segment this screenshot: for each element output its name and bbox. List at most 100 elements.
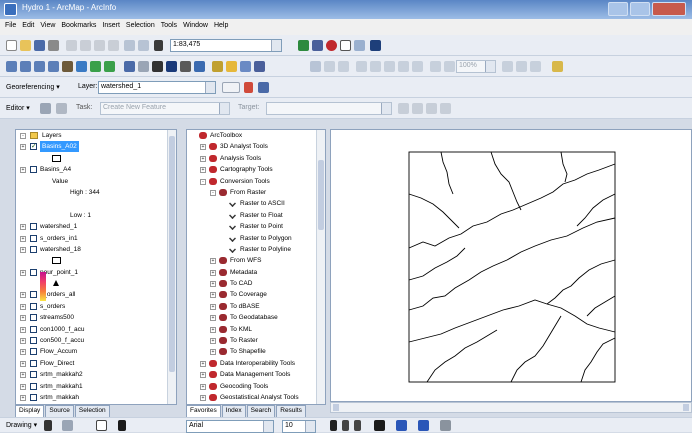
expand-toggle-icon[interactable]: -	[210, 189, 216, 196]
expand-toggle-icon[interactable]: +	[210, 292, 216, 299]
toolbox-item[interactable]: + Metadata	[187, 267, 325, 278]
toolbox-tool[interactable]: Raster to Polyline	[187, 244, 325, 255]
edit-tool-icon[interactable]	[40, 103, 51, 114]
chevron-right-icon[interactable]	[683, 404, 689, 411]
toolbox-item[interactable]: + From WFS	[187, 255, 325, 266]
measure-icon[interactable]	[212, 61, 223, 72]
toc-layer[interactable]: + con1000_f_acu	[16, 324, 176, 335]
toolbox-item[interactable]: + To Raster	[187, 335, 325, 346]
clear-selection-icon[interactable]	[138, 61, 149, 72]
rotate-element-icon[interactable]	[62, 420, 73, 431]
layout-tool-icon[interactable]	[516, 61, 527, 72]
chevron-down-icon[interactable]	[485, 61, 495, 72]
split-tool-icon[interactable]	[398, 103, 409, 114]
toc-layer[interactable]: + srtm_makkah	[16, 392, 176, 403]
fixed-zoom-in-icon[interactable]	[34, 61, 45, 72]
layout-tool-icon[interactable]	[552, 61, 563, 72]
toc-layer[interactable]: + Flow_Accum	[16, 346, 176, 357]
toc-layer[interactable]: + watershed_1	[16, 221, 176, 232]
chevron-left-icon[interactable]	[333, 404, 339, 411]
whats-this-icon[interactable]	[370, 40, 381, 51]
link-table-icon[interactable]	[258, 82, 269, 93]
toc-layer[interactable]: + s_orders_in1	[16, 233, 176, 244]
identify-icon[interactable]	[166, 61, 177, 72]
minimize-button[interactable]	[608, 2, 628, 16]
expand-toggle-icon[interactable]: +	[200, 360, 206, 367]
map-view[interactable]	[330, 129, 692, 402]
chevron-down-icon[interactable]	[263, 421, 273, 432]
paste-icon[interactable]	[94, 40, 105, 51]
toolbox-item[interactable]: + Cartography Tools	[187, 164, 325, 175]
toc-layer[interactable]: + Flow_Direct	[16, 358, 176, 369]
expand-toggle-icon[interactable]: +	[210, 258, 216, 265]
menu-item-selection[interactable]: Selection	[126, 22, 155, 35]
layer-visibility-checkbox[interactable]	[30, 302, 37, 310]
font-size-combo[interactable]: 10	[282, 420, 316, 433]
forward-extent-icon[interactable]	[104, 61, 115, 72]
expand-toggle-icon[interactable]: +	[210, 281, 216, 288]
toolbox-item[interactable]: - From Raster	[187, 187, 325, 198]
rotate-tool-icon[interactable]	[412, 103, 423, 114]
effects-tool-icon[interactable]	[356, 61, 367, 72]
model-builder-icon[interactable]	[354, 40, 365, 51]
sketch-properties-icon[interactable]	[440, 103, 451, 114]
zoom-out-icon[interactable]	[20, 61, 31, 72]
task-combo[interactable]: Create New Feature	[100, 102, 230, 115]
expand-toggle-icon[interactable]: -	[200, 178, 206, 185]
layout-tool-icon[interactable]	[530, 61, 541, 72]
expand-toggle-icon[interactable]: +	[210, 349, 216, 356]
toc-layer[interactable]: + s_orders	[16, 301, 176, 312]
menu-item-file[interactable]: File	[5, 22, 16, 35]
toolbox-item[interactable]: + To Geodatabase	[187, 312, 325, 323]
expand-toggle-icon[interactable]: +	[200, 167, 206, 174]
toc-layer[interactable]: + streams500	[16, 312, 176, 323]
chevron-down-icon[interactable]	[381, 103, 391, 114]
toc-layer[interactable]: + srtm_makkah2	[16, 369, 176, 380]
effects-tool-icon[interactable]	[324, 61, 335, 72]
expand-toggle-icon[interactable]: +	[210, 269, 216, 276]
expand-toggle-icon[interactable]: +	[20, 349, 26, 356]
toolbox-item[interactable]: + Data Management Tools	[187, 369, 325, 380]
expand-toggle-icon[interactable]: +	[20, 326, 26, 333]
expand-toggle-icon[interactable]: +	[20, 360, 26, 367]
rectangle-icon[interactable]	[96, 420, 107, 431]
chevron-down-icon[interactable]	[305, 421, 315, 432]
drawing-menu[interactable]: Drawing ▾	[6, 421, 37, 429]
chevron-down-icon[interactable]	[219, 103, 229, 114]
marker-color-icon[interactable]	[440, 420, 451, 431]
expand-toggle-icon[interactable]: +	[20, 383, 26, 390]
expand-toggle-icon[interactable]: +	[20, 167, 26, 174]
line-color-icon[interactable]	[418, 420, 429, 431]
layer-visibility-checkbox[interactable]	[30, 348, 37, 356]
effects-tool-icon[interactable]	[338, 61, 349, 72]
toolbox-item[interactable]: + Analysis Tools	[187, 153, 325, 164]
time-slider-icon[interactable]	[240, 61, 251, 72]
editor-toolbar-icon[interactable]	[298, 40, 309, 51]
sketch-tool-icon[interactable]	[56, 103, 67, 114]
expand-toggle-icon[interactable]: +	[200, 155, 206, 162]
save-icon[interactable]	[34, 40, 45, 51]
layout-tool-icon[interactable]	[502, 61, 513, 72]
toolbox-item[interactable]: + To Coverage	[187, 289, 325, 300]
effects-tool-icon[interactable]	[430, 61, 441, 72]
menu-item-window[interactable]: Window	[183, 22, 208, 35]
toolbox-item[interactable]: + Geocoding Tools	[187, 381, 325, 392]
toolbox-tool[interactable]: Raster to ASCII	[187, 198, 325, 209]
toolbox-item[interactable]: + To Shapefile	[187, 346, 325, 357]
toolbox-item[interactable]: ArcToolbox	[187, 130, 325, 141]
select-elements-icon[interactable]	[44, 420, 52, 431]
layer-visibility-checkbox[interactable]	[30, 337, 37, 345]
layer-visibility-checkbox[interactable]	[30, 166, 37, 174]
toolbox-item[interactable]: + To KML	[187, 324, 325, 335]
table-of-contents-icon[interactable]	[312, 40, 323, 51]
toolbox-item[interactable]: - Conversion Tools	[187, 176, 325, 187]
expand-toggle-icon[interactable]: +	[20, 292, 26, 299]
effects-tool-icon[interactable]	[370, 61, 381, 72]
expand-toggle-icon[interactable]: +	[20, 235, 26, 242]
select-features-icon[interactable]	[124, 61, 135, 72]
undo-icon[interactable]	[124, 40, 135, 51]
target-combo[interactable]	[266, 102, 392, 115]
expand-toggle-icon[interactable]: +	[20, 372, 26, 379]
expand-toggle-icon[interactable]: -	[20, 133, 26, 139]
georef-layer-combo[interactable]: watershed_1	[98, 81, 216, 94]
